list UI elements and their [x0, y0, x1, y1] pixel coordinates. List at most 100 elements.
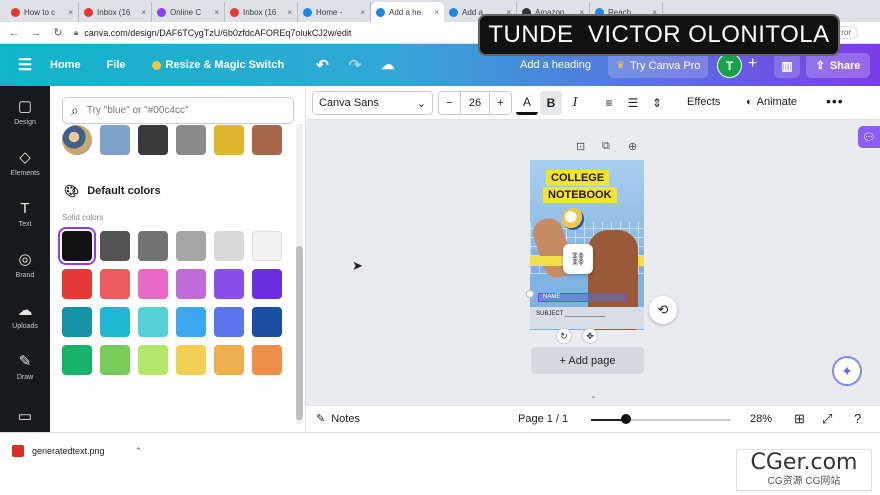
solid-color-swatch[interactable]: [176, 345, 206, 375]
browser-tab[interactable]: How to c ×: [6, 2, 79, 22]
document-color-swatch[interactable]: [252, 125, 282, 155]
document-color-swatch[interactable]: [214, 125, 244, 155]
fullscreen-icon[interactable]: ⤢: [822, 411, 832, 427]
magic-assistant-icon[interactable]: ✦: [832, 356, 862, 386]
back-icon[interactable]: ←: [8, 27, 20, 39]
solid-color-swatch[interactable]: [214, 345, 244, 375]
chevron-up-icon[interactable]: ⌃: [135, 446, 143, 457]
solid-color-swatch[interactable]: [252, 345, 282, 375]
chat-icon[interactable]: 💬︎: [858, 126, 880, 148]
document-color-swatch[interactable]: [176, 125, 206, 155]
solid-color-swatch[interactable]: [252, 231, 282, 261]
canvas-area[interactable]: ⊡ ⧉ ⊕ 💬︎ COLLEGE NOTEBOOK ⛓︎ NAME SUBJEC…: [306, 120, 880, 405]
color-search-input[interactable]: [86, 105, 267, 116]
rail-item[interactable]: ✎ Draw: [0, 341, 50, 392]
subject-field-text[interactable]: SUBJECT ____________: [530, 307, 644, 329]
insights-icon[interactable]: ▥: [774, 53, 800, 78]
solid-color-swatch[interactable]: [138, 345, 168, 375]
cloud-save-icon[interactable]: ☁: [381, 57, 394, 73]
more-options-icon[interactable]: •••: [826, 93, 844, 109]
font-select[interactable]: Canva Sans ⌄: [312, 91, 433, 115]
browser-tab[interactable]: Home - ×: [298, 2, 371, 22]
solid-color-swatch[interactable]: [100, 307, 130, 337]
help-icon[interactable]: ?: [854, 411, 861, 426]
try-pro-button[interactable]: ♛ Try Canva Pro: [608, 53, 709, 78]
add-heading-button[interactable]: Add a heading: [520, 59, 591, 71]
solid-color-swatch[interactable]: [100, 269, 130, 299]
add-page-icon[interactable]: ⊕: [628, 140, 637, 153]
duplicate-icon[interactable]: ⧉: [602, 140, 610, 153]
solid-color-swatch[interactable]: [138, 307, 168, 337]
close-icon[interactable]: ×: [141, 8, 146, 17]
solid-color-swatch[interactable]: [100, 345, 130, 375]
scroll-up-icon[interactable]: ⌃: [590, 395, 597, 404]
design-page[interactable]: COLLEGE NOTEBOOK ⛓︎ NAME SUBJECT _______…: [530, 160, 644, 330]
document-color-swatch[interactable]: [100, 125, 130, 155]
move-icon[interactable]: ✥: [582, 328, 598, 344]
zoom-percent[interactable]: 28%: [750, 413, 772, 425]
rail-item[interactable]: T Text: [0, 188, 50, 239]
rail-item[interactable]: ◇ Elements: [0, 137, 50, 188]
title-line-1[interactable]: COLLEGE: [546, 170, 610, 186]
rail-item[interactable]: ☁ Uploads: [0, 290, 50, 341]
panel-scrollbar-thumb[interactable]: [296, 246, 303, 420]
browser-tab[interactable]: Online C ×: [152, 2, 225, 22]
font-size-value[interactable]: 26: [460, 92, 490, 114]
undo-icon[interactable]: ↶: [316, 56, 329, 74]
reload-icon[interactable]: ↻: [52, 26, 64, 39]
name-field-text[interactable]: NAME: [538, 293, 626, 302]
solid-color-swatch[interactable]: [100, 231, 130, 261]
link-icon[interactable]: ⛓︎: [563, 244, 593, 274]
solid-color-swatch[interactable]: [58, 227, 96, 265]
close-icon[interactable]: ×: [287, 8, 292, 17]
solid-color-swatch[interactable]: [214, 231, 244, 261]
lock-icon[interactable]: ⊡: [576, 140, 585, 153]
url-field[interactable]: 🔒︎ canva.com/design/DAF6TCygTzU/6b0zfdcA…: [74, 28, 351, 38]
solid-color-swatch[interactable]: [138, 231, 168, 261]
text-color-icon[interactable]: A: [516, 91, 538, 115]
redo-icon[interactable]: ↷: [349, 56, 362, 74]
zoom-slider-knob[interactable]: [620, 414, 631, 424]
photo-color-swatch[interactable]: [62, 125, 92, 155]
spacing-icon[interactable]: ⇕: [646, 91, 668, 115]
panel-scrollbar[interactable]: [296, 124, 303, 424]
browser-tab[interactable]: Add a he ×: [371, 2, 444, 22]
regenerate-icon[interactable]: ⟲: [649, 296, 677, 324]
list-icon[interactable]: ☰: [622, 91, 644, 115]
effects-button[interactable]: Effects: [687, 96, 720, 108]
forward-icon[interactable]: →: [30, 27, 42, 39]
zoom-slider[interactable]: [591, 419, 731, 421]
share-button[interactable]: ⇪ Share: [806, 53, 870, 78]
solid-color-swatch[interactable]: [176, 231, 206, 261]
file-button[interactable]: File: [107, 59, 126, 71]
solid-color-swatch[interactable]: [252, 269, 282, 299]
solid-color-swatch[interactable]: [252, 307, 282, 337]
solid-color-swatch[interactable]: [214, 269, 244, 299]
notes-button[interactable]: ✎ Notes: [316, 412, 360, 426]
solid-color-swatch[interactable]: [62, 269, 92, 299]
rotate-icon[interactable]: ↻: [556, 328, 572, 344]
document-color-swatch[interactable]: [138, 125, 168, 155]
solid-color-swatch[interactable]: [176, 307, 206, 337]
close-icon[interactable]: ×: [68, 8, 73, 17]
browser-tab[interactable]: Inbox (16 ×: [225, 2, 298, 22]
rail-item[interactable]: ▢ Design: [0, 86, 50, 137]
page-indicator[interactable]: Page 1 / 1: [518, 413, 568, 425]
color-search[interactable]: ⌕: [62, 97, 294, 124]
add-member-icon[interactable]: +: [748, 55, 757, 73]
add-page-button[interactable]: + Add page: [531, 347, 644, 374]
solid-color-swatch[interactable]: [176, 269, 206, 299]
browser-tab[interactable]: Inbox (16 ×: [79, 2, 152, 22]
close-icon[interactable]: ×: [360, 8, 365, 17]
solid-color-swatch[interactable]: [62, 345, 92, 375]
avatar[interactable]: T: [717, 53, 742, 78]
grid-view-icon[interactable]: ⊞: [794, 411, 805, 427]
animate-button[interactable]: ◐ Animate: [746, 96, 797, 108]
download-item[interactable]: generatedtext.png ⌃: [12, 445, 142, 457]
menu-icon[interactable]: ☰: [0, 55, 50, 75]
close-icon[interactable]: ×: [434, 8, 439, 17]
font-size-stepper[interactable]: − 26 +: [438, 91, 512, 115]
italic-icon[interactable]: I: [564, 91, 586, 115]
solid-color-swatch[interactable]: [138, 269, 168, 299]
bold-icon[interactable]: B: [540, 91, 562, 115]
